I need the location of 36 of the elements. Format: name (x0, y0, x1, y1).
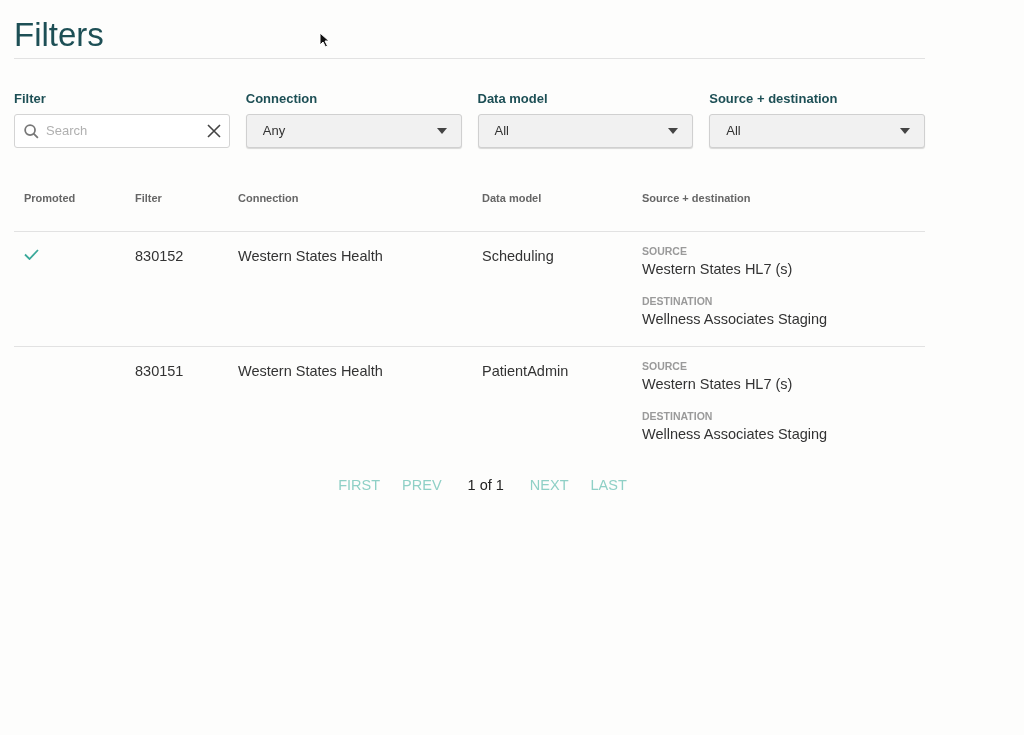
field-label: Filter (14, 90, 47, 108)
search-icon (23, 122, 40, 140)
mouse-pointer-icon (319, 32, 330, 48)
close-icon[interactable] (206, 124, 221, 138)
field-label: Data model (477, 90, 549, 108)
table-cell: Western States Health (238, 363, 383, 379)
table-cell: Scheduling (482, 248, 554, 264)
destination-label: DESTINATION (642, 294, 714, 308)
search-field[interactable]: Search (14, 114, 230, 148)
source-label: SOURCE (642, 244, 688, 258)
caret-icon (900, 128, 910, 134)
table-cell-text: Western States HL7 (s) (642, 260, 794, 279)
page-title: Filters (14, 15, 104, 55)
destination-label: DESTINATION (642, 409, 714, 423)
dropdown[interactable]: All (709, 114, 925, 148)
column-header: Filter (135, 192, 162, 204)
table-cell-text: Western States HL7 (s) (642, 375, 794, 394)
column-header: Connection (238, 192, 299, 204)
field-label: Source + destination (709, 90, 839, 108)
table-cell-text: Wellness Associates Staging (642, 310, 829, 329)
source-label: SOURCE (642, 359, 688, 373)
column-header: Promoted (24, 192, 76, 204)
column-header: Source + destination (642, 192, 751, 204)
caret-icon (436, 128, 447, 134)
field-label: Connection (245, 90, 319, 108)
table-cell: 830151 (135, 363, 184, 379)
column-header: Data model (482, 192, 542, 204)
table-cell: Western States Health (238, 248, 383, 264)
table-cell-text: Wellness Associates Staging (642, 425, 829, 444)
search-input[interactable]: Search (46, 121, 201, 141)
dropdown[interactable]: Any (245, 114, 462, 148)
page-indicator: 1 of 1 (466, 476, 505, 495)
caret-icon (668, 128, 679, 134)
dropdown[interactable]: All (477, 114, 694, 148)
table-cell: 830152 (135, 248, 184, 264)
table-cell: PatientAdmin (482, 363, 569, 379)
